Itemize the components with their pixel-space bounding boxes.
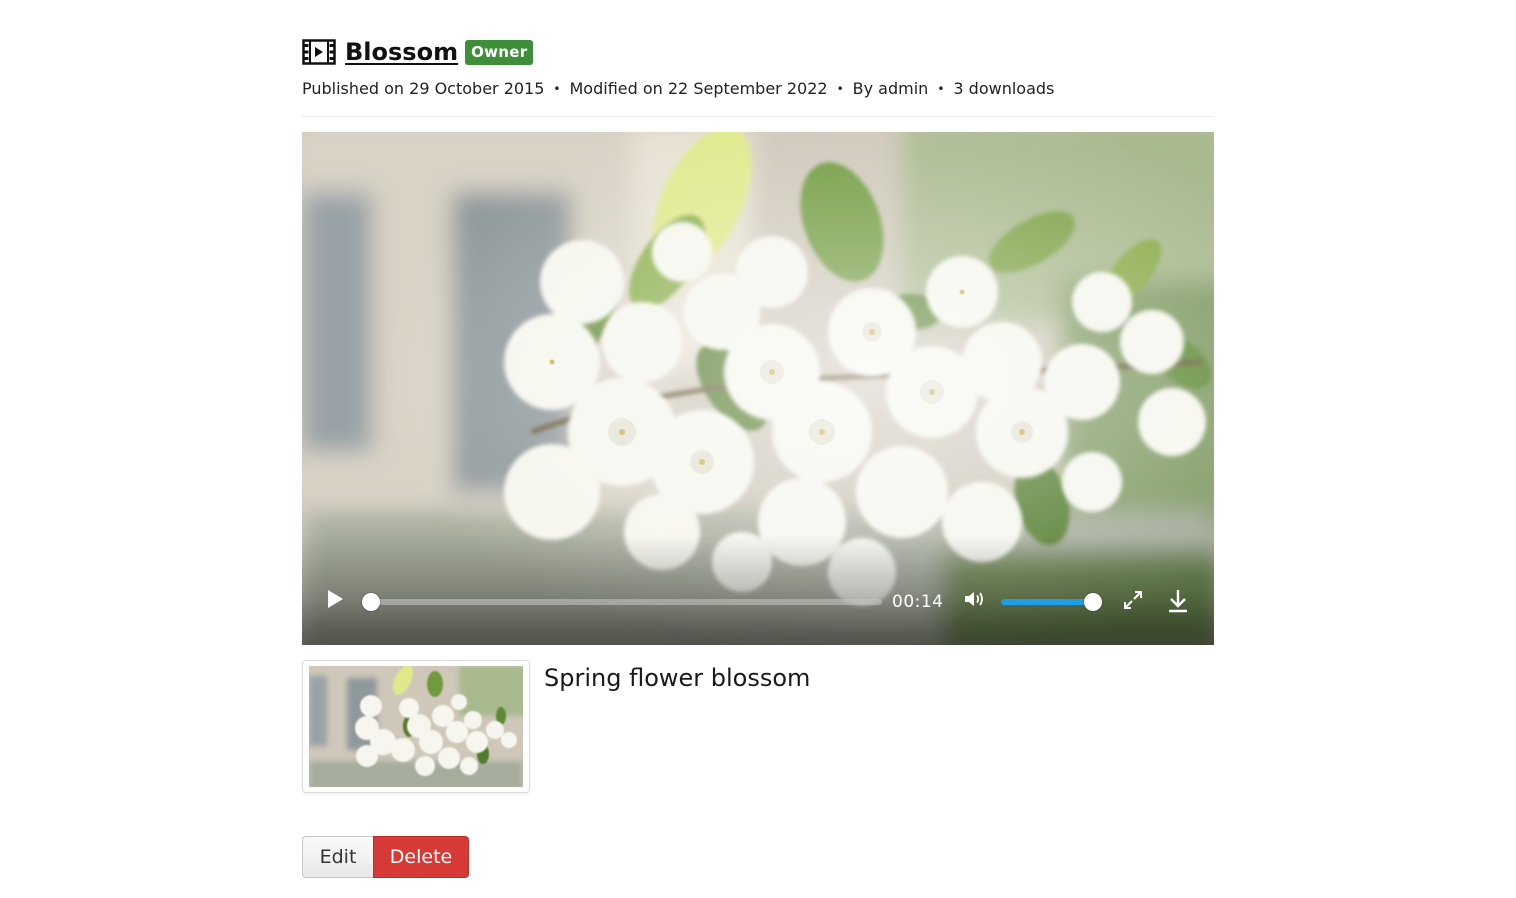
author: By admin <box>852 79 929 98</box>
delete-button[interactable]: Delete <box>373 836 469 878</box>
published-date: Published on 29 October 2015 <box>302 79 545 98</box>
title-row: Blossom Owner <box>302 36 534 68</box>
modified-date: Modified on 22 September 2022 <box>569 79 828 98</box>
download-icon[interactable] <box>1166 588 1190 614</box>
progress-bar[interactable] <box>362 593 882 611</box>
volume-handle[interactable] <box>1084 593 1102 611</box>
meta-separator: • <box>937 81 945 96</box>
thumbnail-image <box>309 666 523 787</box>
owner-badge: Owner <box>465 39 534 65</box>
progress-handle[interactable] <box>362 593 380 611</box>
play-icon[interactable] <box>324 587 346 611</box>
player-controls: 00:14 <box>302 535 1214 645</box>
current-time: 00:14 <box>892 592 944 612</box>
divider <box>302 116 1214 117</box>
meta-separator: • <box>836 81 844 96</box>
page-title[interactable]: Blossom <box>345 38 458 66</box>
volume-icon[interactable] <box>963 589 987 609</box>
attachment-thumbnail[interactable] <box>302 660 530 793</box>
download-count: 3 downloads <box>953 79 1055 98</box>
film-icon <box>302 39 336 65</box>
action-buttons: Edit Delete <box>302 836 469 878</box>
fullscreen-icon[interactable] <box>1122 589 1144 611</box>
attachment-caption: Spring flower blossom <box>544 664 811 692</box>
volume-slider[interactable] <box>1001 593 1102 611</box>
edit-button[interactable]: Edit <box>302 836 373 878</box>
meta-line: Published on 29 October 2015 • Modified on… <box>302 78 1054 101</box>
video-player[interactable]: 00:14 <box>302 132 1214 645</box>
meta-separator: • <box>553 81 561 96</box>
